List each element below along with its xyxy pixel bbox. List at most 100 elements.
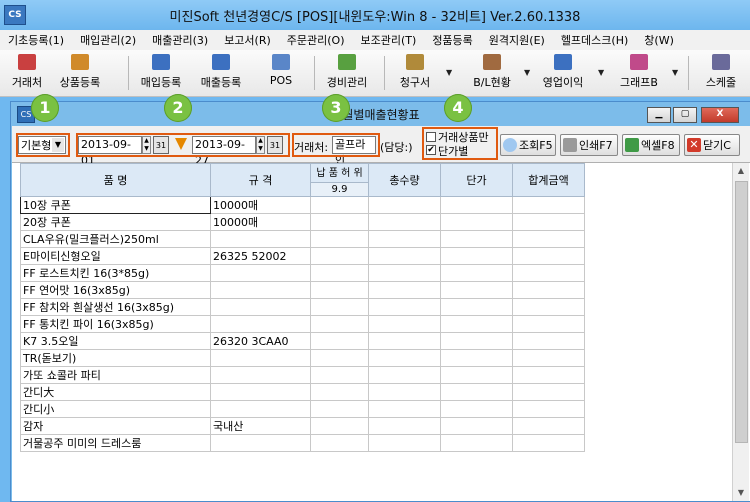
graph-dropdown-icon[interactable]: ▼ [672, 68, 678, 77]
cell-spec[interactable] [210, 230, 311, 248]
report-window: CS 월별매출현황표 ▁ ▢ X 기본형 ▼ 2013-09-01 ▲ ▼ 31 … [10, 101, 750, 502]
step-badge-2: 2 [164, 94, 192, 122]
main-toolbar: 거래처 상품등록 매입등록 매출등록 POS 경비관리 청구서 ▼ B/L현황 … [0, 50, 750, 97]
search-button[interactable]: 조회F5 [500, 134, 556, 156]
print-button[interactable]: 인쇄F7 [560, 134, 618, 156]
menu-window[interactable]: 창(W) [636, 32, 682, 48]
menu-basic[interactable]: 기초등록(1) [0, 32, 72, 48]
toolbar-goods-button[interactable]: 상품등록 [52, 52, 108, 94]
menu-report[interactable]: 보고서(R) [216, 32, 279, 48]
menu-sales[interactable]: 매출관리(3) [144, 32, 216, 48]
step-badge-3: 3 [322, 94, 350, 122]
toolbar-expense-button[interactable]: 경비관리 [318, 52, 376, 94]
cell-name[interactable]: FF 참치와 흰살생선 16(3x85g) [20, 298, 211, 316]
highlight-box-3 [292, 133, 380, 157]
table-row[interactable]: 20장 쿠폰 10000매 [20, 213, 585, 231]
bl-dropdown-icon[interactable]: ▼ [524, 68, 530, 77]
scroll-down-icon[interactable]: ▼ [733, 485, 749, 501]
cell-spec[interactable] [210, 400, 311, 418]
col-header-unit-price[interactable]: 단가 [440, 163, 513, 197]
cell-spec[interactable]: 26325 52002 [210, 247, 311, 265]
app-titlebar: CS 미진Soft 천년경영C/S [POS][내윈도우:Win 8 - 32비… [0, 0, 750, 30]
cell-name[interactable]: CLA우유(밀크플러스)250ml [20, 230, 211, 248]
table-row[interactable]: 거물공주 미미의 드레스룸 [20, 434, 585, 452]
table-row[interactable]: FF 참치와 흰살생선 16(3x85g) [20, 298, 585, 316]
col-header-total-amount[interactable]: 합계금액 [512, 163, 585, 197]
cell-name[interactable]: K7 3.5오일 [20, 332, 211, 350]
table-row[interactable]: FF 로스트치킨 16(3*85g) [20, 264, 585, 282]
cell-name[interactable]: 20장 쿠폰 [20, 213, 211, 231]
cell-spec[interactable] [210, 281, 311, 299]
cell-name[interactable]: TR(돋보기) [20, 349, 211, 367]
toolbar-pos-button[interactable]: POS [258, 52, 304, 94]
table-row[interactable]: 감자 국내산 [20, 417, 585, 435]
maximize-button[interactable]: ▢ [673, 107, 697, 123]
bl-icon [483, 54, 501, 70]
cell-spec[interactable] [210, 298, 311, 316]
cell-spec[interactable]: 10000매 [210, 196, 311, 214]
toolbar-graph-button[interactable]: 그래프B [610, 52, 668, 94]
menu-helpdesk[interactable]: 헬프데스크(H) [553, 32, 636, 48]
cell-spec[interactable] [210, 434, 311, 452]
menu-aux[interactable]: 보조관리(T) [353, 32, 425, 48]
toolbar-purchase-button[interactable]: 매입등록 [132, 52, 190, 94]
cell-spec[interactable] [210, 383, 311, 401]
cell-name[interactable]: 가또 쇼콜라 파티 [20, 366, 211, 384]
col-header-total-qty[interactable]: 총수량 [368, 163, 441, 197]
cell-name[interactable]: 간디小 [20, 400, 211, 418]
invoice-dropdown-icon[interactable]: ▼ [446, 68, 452, 77]
table-row[interactable]: FF 통치킨 파이 16(3x85g) [20, 315, 585, 333]
table-row[interactable]: TR(돋보기) [20, 349, 585, 367]
cell-name[interactable]: FF 연어맛 16(3x85g) [20, 281, 211, 299]
excel-button[interactable]: 엑셀F8 [622, 134, 680, 156]
cell-name[interactable]: FF 통치킨 파이 16(3x85g) [20, 315, 211, 333]
table-row[interactable]: K7 3.5오일 26320 3CAA0 [20, 332, 585, 350]
table-row[interactable]: CLA우유(밀크플러스)250ml [20, 230, 585, 248]
cell-name[interactable]: 거물공주 미미의 드레스룸 [20, 434, 211, 452]
toolbar-profit-button[interactable]: 영업이익 [534, 52, 592, 94]
toolbar-separator [384, 56, 385, 90]
cell-name[interactable]: E마이티신형오일 [20, 247, 211, 265]
toolbar-sales-button[interactable]: 매출등록 [192, 52, 250, 94]
cell-spec[interactable] [210, 366, 311, 384]
col-header-name[interactable]: 품 명 [20, 163, 211, 197]
table-row[interactable]: FF 연어맛 16(3x85g) [20, 281, 585, 299]
cell-spec[interactable]: 국내산 [210, 417, 311, 435]
cell-spec[interactable]: 26320 3CAA0 [210, 332, 311, 350]
toolbar-separator [314, 56, 315, 90]
table-row[interactable]: E마이티신형오일 26325 52002 [20, 247, 585, 265]
minimize-button[interactable]: ▁ [647, 107, 671, 123]
report-title: 월별매출현황표 [342, 107, 420, 122]
toolbar-separator [128, 56, 129, 90]
toolbar-bl-button[interactable]: B/L현황 [462, 52, 522, 94]
filter-bar: 기본형 ▼ 2013-09-01 ▲ ▼ 31 2013-09-27 ▲ ▼ 31 … [12, 126, 750, 167]
window-title: 미진Soft 천년경영C/S [POS][내윈도우:Win 8 - 32비트] … [169, 9, 581, 25]
menu-order[interactable]: 주문관리(O) [279, 32, 353, 48]
cell-spec[interactable]: 10000매 [210, 213, 311, 231]
vertical-scrollbar[interactable]: ▲ ▼ [732, 163, 749, 501]
profit-dropdown-icon[interactable]: ▼ [598, 68, 604, 77]
cell-name[interactable]: FF 로스트치킨 16(3*85g) [20, 264, 211, 282]
col-header-spec[interactable]: 규 격 [210, 163, 311, 197]
cell-spec[interactable] [210, 264, 311, 282]
cell-name[interactable]: 간디大 [20, 383, 211, 401]
toolbar-invoice-button[interactable]: 청구서 [390, 52, 440, 94]
table-row[interactable]: 가또 쇼콜라 파티 [20, 366, 585, 384]
close-button[interactable]: ✕ 닫기C [684, 134, 740, 156]
menu-register[interactable]: 정품등록 [424, 32, 480, 48]
cell-name[interactable]: 10장 쿠폰 [20, 196, 211, 214]
toolbar-schedule-button[interactable]: 스케줄 [694, 52, 748, 94]
close-window-button[interactable]: X [701, 107, 739, 123]
menu-remote[interactable]: 원격지원(E) [481, 32, 553, 48]
toolbar-client-button[interactable]: 거래처 [4, 52, 50, 94]
col-header-month[interactable]: 납 품 허 위 [310, 163, 369, 183]
cell-spec[interactable] [210, 349, 311, 367]
table-row[interactable]: 간디大 [20, 383, 585, 401]
menu-purchase[interactable]: 매입관리(2) [72, 32, 144, 48]
cell-spec[interactable] [210, 315, 311, 333]
cell-name[interactable]: 감자 [20, 417, 211, 435]
scroll-up-icon[interactable]: ▲ [733, 163, 749, 179]
table-row[interactable]: 10장 쿠폰 10000매 [20, 196, 585, 214]
table-row[interactable]: 간디小 [20, 400, 585, 418]
scroll-thumb[interactable] [735, 181, 748, 443]
